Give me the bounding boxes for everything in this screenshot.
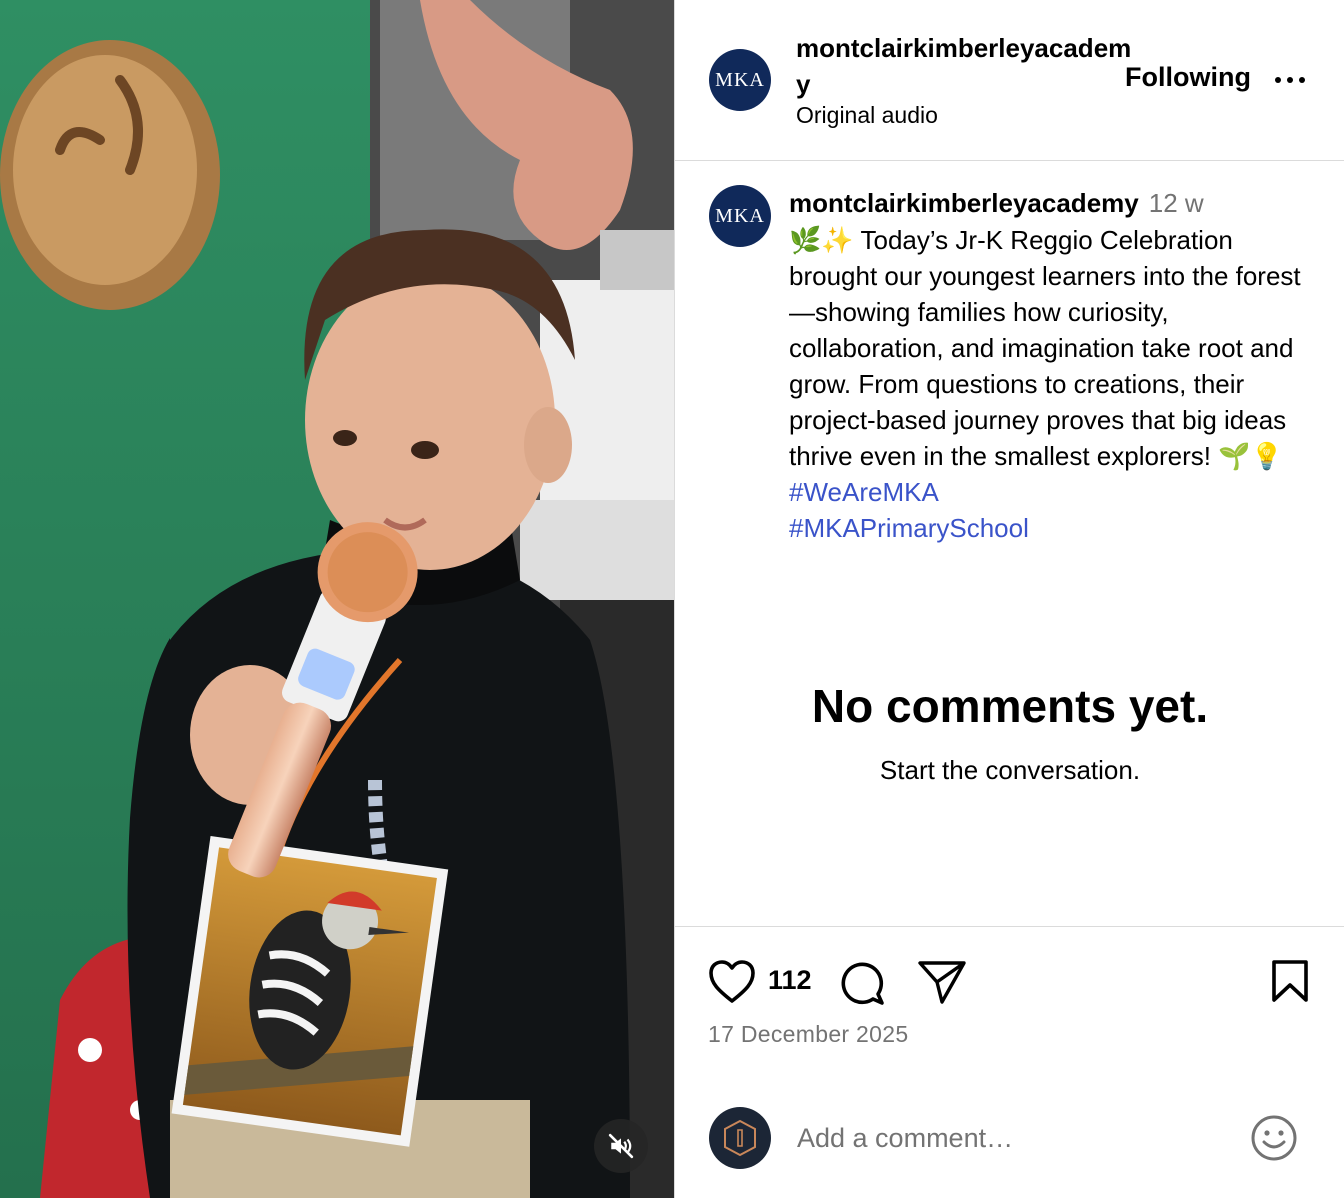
post-header: MKA montclairkimberleyacademy Original a… (675, 0, 1344, 161)
post-sidebar: MKA montclairkimberleyacademy Original a… (674, 0, 1344, 1198)
caption-timestamp[interactable]: 12 w (1149, 188, 1204, 218)
comments-section: MKA montclairkimberleyacademy 12 w 🌿✨ Tod… (675, 161, 1344, 926)
author-avatar[interactable]: MKA (709, 49, 771, 111)
post-video-frame (0, 0, 674, 1198)
caption-meta: montclairkimberleyacademy 12 w (789, 186, 1204, 220)
following-button[interactable]: Following (1125, 62, 1251, 93)
no-comments-title: No comments yet. (811, 680, 1209, 732)
action-bar: 112 17 December 2025 (675, 926, 1344, 1076)
caption-author-avatar[interactable]: MKA (709, 185, 771, 247)
comment-icon[interactable] (838, 959, 886, 1007)
emoji-icon[interactable] (1250, 1114, 1298, 1162)
heart-icon[interactable] (708, 959, 756, 1005)
more-horizontal-icon[interactable] (1273, 68, 1307, 92)
viewer-avatar-logo-icon (724, 1119, 756, 1157)
hashtag-link[interactable]: #WeAreMKA (789, 477, 939, 507)
speaker-muted-icon (608, 1133, 634, 1159)
comment-input[interactable] (797, 1116, 1227, 1160)
post-date[interactable]: 17 December 2025 (708, 1021, 908, 1048)
caption-username[interactable]: montclairkimberleyacademy (789, 188, 1139, 218)
mute-button[interactable] (594, 1119, 648, 1173)
viewer-avatar[interactable] (709, 1107, 771, 1169)
author-username[interactable]: montclairkimberleyacademy (796, 30, 1136, 102)
avatar-monogram: MKA (715, 68, 765, 91)
add-comment-bar (675, 1076, 1344, 1198)
audio-label[interactable]: Original audio (796, 102, 938, 129)
post-media[interactable] (0, 0, 674, 1198)
caption-text: 🌿✨ Today’s Jr-K Reggio Celebration broug… (789, 222, 1314, 546)
caption-body: 🌿✨ Today’s Jr-K Reggio Celebration broug… (789, 225, 1301, 471)
hashtag-link[interactable]: #MKAPrimarySchool (789, 513, 1029, 543)
no-comments-subtitle: Start the conversation. (879, 755, 1141, 785)
like-count[interactable]: 112 (768, 965, 812, 996)
share-icon[interactable] (917, 959, 967, 1005)
avatar-monogram: MKA (715, 204, 765, 227)
bookmark-icon[interactable] (1271, 959, 1309, 1003)
